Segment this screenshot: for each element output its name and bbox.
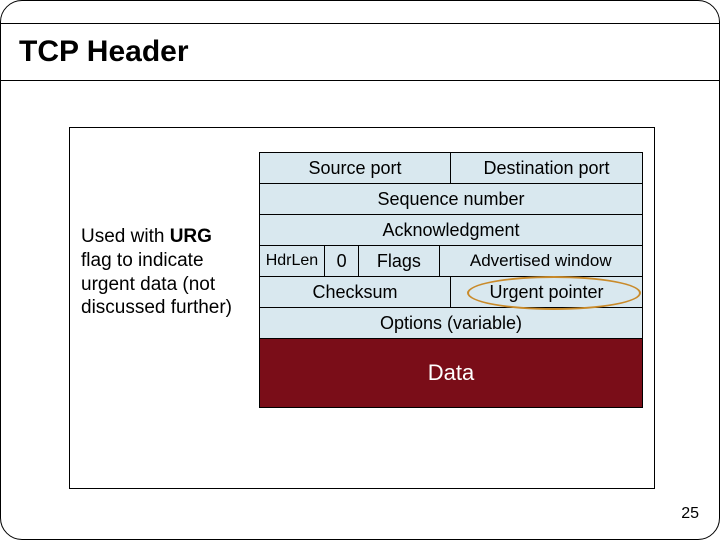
field-acknowledgment: Acknowledgment xyxy=(260,215,642,245)
urg-annotation: Used with URG flag to indicate urgent da… xyxy=(81,225,241,320)
field-advertised-window: Advertised window xyxy=(440,246,642,276)
field-urgent-pointer: Urgent pointer xyxy=(451,277,642,307)
field-hdrlen: HdrLen xyxy=(260,246,325,276)
row-checksum: Checksum Urgent pointer xyxy=(259,276,643,308)
slide-frame: TCP Header Used with URG flag to indicat… xyxy=(0,0,720,540)
slide-title: TCP Header xyxy=(1,35,189,69)
row-sequence: Sequence number xyxy=(259,183,643,215)
field-sequence-number: Sequence number xyxy=(260,184,642,214)
field-zero: 0 xyxy=(325,246,359,276)
row-ports: Source port Destination port xyxy=(259,152,643,184)
page-number: 25 xyxy=(681,505,699,523)
title-bar: TCP Header xyxy=(1,23,719,81)
tcp-header-diagram: Source port Destination port Sequence nu… xyxy=(259,153,643,408)
row-ack: Acknowledgment xyxy=(259,214,643,246)
row-options: Options (variable) xyxy=(259,307,643,339)
field-flags: Flags xyxy=(359,246,439,276)
field-options: Options (variable) xyxy=(260,308,642,338)
field-checksum: Checksum xyxy=(260,277,451,307)
field-dest-port: Destination port xyxy=(451,153,642,183)
row-flags: HdrLen 0 Flags Advertised window xyxy=(259,245,643,277)
field-source-port: Source port xyxy=(260,153,451,183)
field-data: Data xyxy=(260,339,642,407)
row-data: Data xyxy=(259,338,643,408)
